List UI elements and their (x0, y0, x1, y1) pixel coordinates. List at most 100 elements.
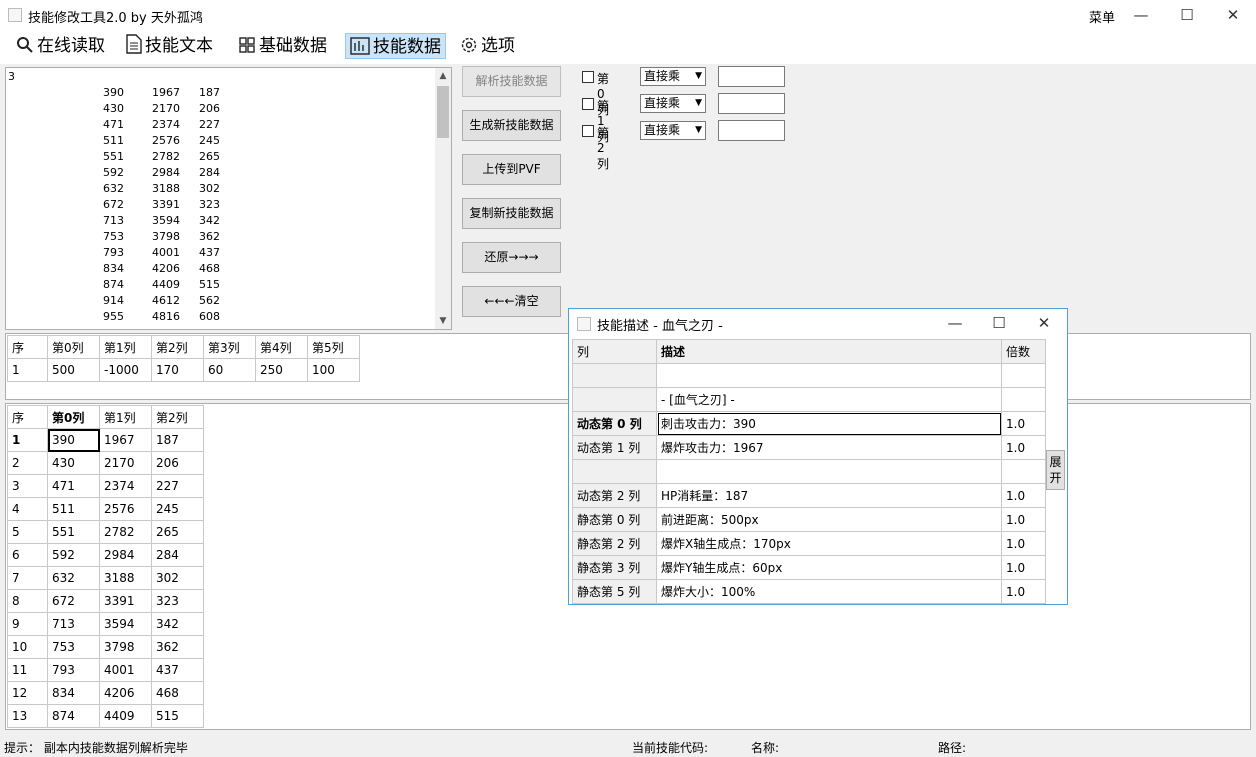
table-cell[interactable]: 2170 (99, 451, 152, 475)
table-cell[interactable] (572, 387, 657, 412)
table-cell[interactable]: 爆炸Y轴生成点：60px (656, 555, 1002, 580)
mode-select[interactable]: 直接乘 ▼ (640, 94, 706, 113)
table-cell[interactable]: 13 (7, 704, 48, 728)
table-row[interactable]: 静态第 5 列爆炸大小：100% 1.0 (572, 579, 1046, 604)
table-cell[interactable]: 753 (47, 635, 100, 659)
table-row[interactable]: 9 713 3594 342 (7, 612, 204, 636)
table-cell[interactable]: 4409 (99, 704, 152, 728)
table-cell[interactable]: 206 (151, 451, 204, 475)
table-cell[interactable]: 471 (47, 474, 100, 498)
table-cell[interactable]: 551 (47, 520, 100, 544)
table-cell[interactable]: 1.0 (1001, 411, 1046, 436)
table-row[interactable]: 1 390 1967 187 (7, 428, 204, 452)
expand-button[interactable]: 展开 (1046, 450, 1065, 490)
table-cell[interactable]: 7 (7, 566, 48, 590)
column-header[interactable]: 序 (7, 405, 48, 429)
scroll-down-icon[interactable]: ▼ (435, 313, 451, 329)
table-cell[interactable]: 10 (7, 635, 48, 659)
table-cell[interactable]: 刺击攻击力：390 (656, 411, 1002, 436)
table-cell[interactable]: HP消耗量：187 (656, 483, 1002, 508)
table-row[interactable]: 2 430 2170 206 (7, 451, 204, 475)
table-cell[interactable]: 8 (7, 589, 48, 613)
column-header[interactable]: 第4列 (255, 335, 308, 359)
table-cell[interactable]: 245 (151, 497, 204, 521)
table-row[interactable]: 13 874 4409 515 (7, 704, 204, 728)
table-row[interactable]: 8 672 3391 323 (7, 589, 204, 613)
table-cell[interactable]: 1.0 (1001, 435, 1046, 460)
table-cell[interactable]: 1.0 (1001, 531, 1046, 556)
restore-button[interactable]: 还原→→→ (462, 242, 561, 273)
table-cell[interactable]: 592 (47, 543, 100, 567)
close-button[interactable]: ✕ (1210, 0, 1256, 30)
table-row[interactable]: 动态第 1 列爆炸攻击力：1967 1.0 (572, 435, 1046, 460)
tab-options[interactable]: 选项 (456, 33, 519, 59)
scroll-thumb[interactable] (437, 86, 449, 138)
table-cell[interactable]: 静态第 5 列 (572, 579, 657, 604)
table-cell[interactable]: 713 (47, 612, 100, 636)
table-cell[interactable]: 1.0 (1001, 483, 1046, 508)
column-header[interactable]: 第1列 (99, 405, 152, 429)
table-cell[interactable]: 250 (255, 358, 308, 382)
table-cell[interactable]: 2984 (99, 543, 152, 567)
column-header[interactable]: 第2列 (151, 405, 204, 429)
table-cell[interactable]: 302 (151, 566, 204, 590)
table-row[interactable]: 动态第 0 列刺击攻击力：390 1.0 (572, 411, 1046, 436)
column-header[interactable]: 第1列 (99, 335, 152, 359)
column-header[interactable]: 倍数 (1001, 339, 1046, 364)
table-cell[interactable]: 前进距离：500px (656, 507, 1002, 532)
table-cell[interactable]: 4 (7, 497, 48, 521)
table-cell[interactable] (572, 459, 657, 484)
copy-button[interactable]: 复制新技能数据 (462, 198, 561, 229)
table-cell[interactable]: 672 (47, 589, 100, 613)
table-row[interactable]: 12 834 4206 468 (7, 681, 204, 705)
table-cell[interactable]: 468 (151, 681, 204, 705)
table-row[interactable]: 动态第 2 列 HP消耗量：187 1.0 (572, 483, 1046, 508)
table-cell[interactable]: 227 (151, 474, 204, 498)
mode-select[interactable]: 直接乘 ▼ (640, 67, 706, 86)
tab-skill-text[interactable]: 技能文本 (122, 33, 217, 59)
table-row[interactable] (572, 363, 1046, 388)
table-cell[interactable]: -1000 (99, 358, 152, 382)
skill-data-textarea[interactable]: 3 390 1967 187 430 2170 206 471 2374 227 511 2576 2… (5, 67, 452, 330)
table-cell[interactable]: 1 (7, 358, 48, 382)
tab-base-data[interactable]: 基础数据 (234, 33, 331, 59)
table-cell[interactable]: 6 (7, 543, 48, 567)
table-cell[interactable]: 1967 (99, 428, 152, 452)
table-cell[interactable] (656, 363, 1002, 388)
factor-input[interactable] (718, 93, 785, 114)
mode-select[interactable]: 直接乘 ▼ (640, 121, 706, 140)
table-cell[interactable] (1001, 387, 1046, 412)
table-row[interactable]: 6 592 2984 284 (7, 543, 204, 567)
table-cell[interactable]: 3798 (99, 635, 152, 659)
table-cell[interactable] (572, 363, 657, 388)
column-header[interactable]: 第2列 (151, 335, 204, 359)
factor-input[interactable] (718, 120, 785, 141)
dialog-minimize-button[interactable]: — (935, 311, 975, 335)
table-cell[interactable]: - [血气之刃] - (656, 387, 1002, 412)
table-cell[interactable]: 静态第 2 列 (572, 531, 657, 556)
table-cell[interactable]: 390 (47, 428, 100, 452)
tab-online-read[interactable]: 在线读取 (12, 33, 109, 59)
column-header[interactable]: 序 (7, 335, 48, 359)
table-cell[interactable]: 362 (151, 635, 204, 659)
table-cell[interactable]: 9 (7, 612, 48, 636)
table-cell[interactable]: 12 (7, 681, 48, 705)
table-cell[interactable]: 265 (151, 520, 204, 544)
table-cell[interactable]: 2782 (99, 520, 152, 544)
table-cell[interactable]: 4001 (99, 658, 152, 682)
table-cell[interactable]: 793 (47, 658, 100, 682)
table-cell[interactable]: 动态第 0 列 (572, 411, 657, 436)
table-cell[interactable]: 3594 (99, 612, 152, 636)
table-cell[interactable]: 动态第 2 列 (572, 483, 657, 508)
table-cell[interactable]: 834 (47, 681, 100, 705)
table-cell[interactable] (656, 459, 1002, 484)
textarea-scrollbar[interactable]: ▲ ▼ (435, 68, 451, 329)
maximize-button[interactable]: ☐ (1164, 0, 1210, 30)
table-cell[interactable]: 11 (7, 658, 48, 682)
table-row[interactable]: 1 500 -1000 170 60 250 100 (7, 358, 360, 382)
table-row[interactable]: 4 511 2576 245 (7, 497, 204, 521)
table-cell[interactable]: 187 (151, 428, 204, 452)
table-cell[interactable]: 284 (151, 543, 204, 567)
generate-button[interactable]: 生成新技能数据 (462, 110, 561, 141)
column-checkbox[interactable] (582, 98, 594, 110)
